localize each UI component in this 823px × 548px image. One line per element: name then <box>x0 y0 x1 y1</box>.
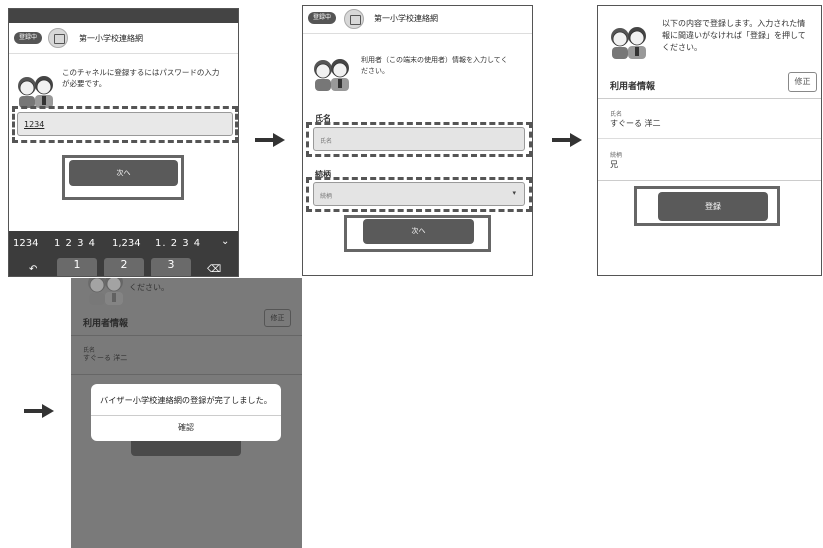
name-value: すぐーる 洋二 <box>83 354 128 362</box>
chevron-down-icon[interactable]: ⌄ <box>221 236 229 247</box>
kb-suggestion-1[interactable]: 1234 <box>13 238 38 249</box>
keyboard: 1234 1 2 3 4 1,234 1. 2 3 4 ⌄ 1 2 3 ↶ ⌫ <box>9 231 238 276</box>
relation-label: 続柄 <box>610 152 623 159</box>
screen-password: 登録中 第一小学校連絡網 このチャネルに登録するにはパスワードの入力 が必要です… <box>8 8 239 277</box>
next-button[interactable]: 次へ <box>69 160 178 186</box>
kb-key-2[interactable]: 2 <box>104 258 144 276</box>
completion-dialog: バイザー小学校連絡網の登録が完了しました。 確認 <box>91 384 281 441</box>
channel-title: 第一小学校連絡網 <box>79 34 143 43</box>
screen-user-info: 登録中 第一小学校連絡網 利用者（この端末の使用者）情報を入力してく ださい。 … <box>302 5 533 276</box>
kb-suggestion-3[interactable]: 1,234 <box>112 238 141 249</box>
status-bar <box>9 9 238 23</box>
name-label: 氏名 <box>610 111 623 118</box>
relation-value: 兄 <box>610 160 618 169</box>
people-illustration <box>87 278 124 306</box>
password-message-line2: が必要です。 <box>62 79 107 88</box>
user-info-message-line2: ださい。 <box>361 67 389 75</box>
status-badge: 登録中 <box>14 32 43 44</box>
section-title: 利用者情報 <box>610 82 656 92</box>
undo-icon[interactable]: ↶ <box>29 264 37 275</box>
name-input[interactable]: 氏名 <box>313 127 525 151</box>
screen-complete: ください。 利用者情報 修正 氏名 すぐーる 洋二 バイザー小学校連絡網の登録が… <box>71 278 302 548</box>
edit-button[interactable]: 修正 <box>788 72 817 92</box>
dialog-message: バイザー小学校連絡網の登録が完了しました。 <box>100 395 272 405</box>
people-illustration <box>17 75 54 109</box>
register-button[interactable]: 登録 <box>658 192 768 221</box>
people-illustration <box>610 26 647 60</box>
password-message-line1: このチャネルに登録するにはパスワードの入力 <box>62 68 220 77</box>
kb-suggestion-2[interactable]: 1 2 3 4 <box>54 238 96 249</box>
arrow-right-icon <box>24 404 54 418</box>
screen-confirm: 以下の内容で登録します。入力された情 報に間違いがなければ「登録」を押して くだ… <box>597 5 822 276</box>
people-illustration <box>313 58 350 92</box>
dialog-confirm-button[interactable]: 確認 <box>91 422 281 433</box>
status-badge: 登録中 <box>308 12 337 24</box>
backspace-icon[interactable]: ⌫ <box>207 264 221 275</box>
relation-select[interactable]: 続柄 ▾ <box>313 182 525 206</box>
password-value: 1234 <box>24 120 45 129</box>
kb-suggestion-4[interactable]: 1. 2 3 4 <box>155 238 201 249</box>
confirm-message-line2: 報に間違いがなければ「登録」を押して <box>662 31 806 40</box>
next-button[interactable]: 次へ <box>363 219 474 244</box>
channel-logo <box>344 9 364 29</box>
user-info-message-line1: 利用者（この端末の使用者）情報を入力してく <box>361 56 508 64</box>
confirm-message-line3: ください。 <box>662 43 702 52</box>
top-text: ください。 <box>129 283 169 292</box>
dropdown-arrow-icon: ▾ <box>512 189 516 197</box>
arrow-right-icon <box>552 133 582 147</box>
confirm-message-line1: 以下の内容で登録します。入力された情 <box>662 19 806 28</box>
section-title: 利用者情報 <box>83 319 129 329</box>
arrow-right-icon <box>255 133 285 147</box>
edit-button: 修正 <box>264 309 291 327</box>
channel-logo <box>48 28 68 48</box>
kb-key-3[interactable]: 3 <box>151 258 191 276</box>
password-input[interactable]: 1234 <box>17 112 233 136</box>
channel-title: 第一小学校連絡網 <box>374 14 438 23</box>
name-value: すぐーる 洋二 <box>610 119 661 128</box>
kb-key-1[interactable]: 1 <box>57 258 97 276</box>
